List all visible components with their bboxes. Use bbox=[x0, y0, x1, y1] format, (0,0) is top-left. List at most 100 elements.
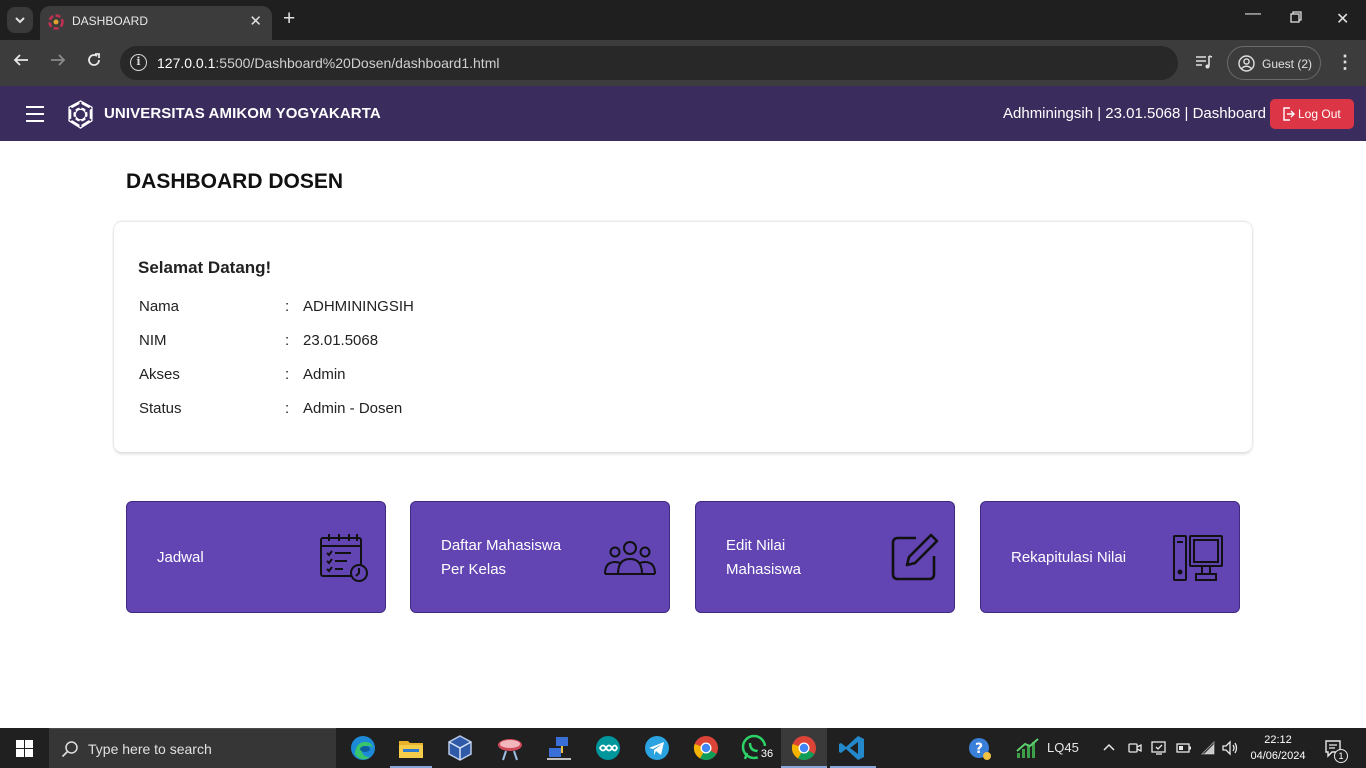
profile-label-status: Status bbox=[139, 400, 182, 417]
people-group-icon bbox=[604, 541, 656, 575]
search-icon bbox=[61, 741, 78, 758]
pencil-square-icon bbox=[891, 533, 939, 581]
clock-time: 22:12 bbox=[1264, 734, 1292, 746]
calendar-schedule-icon bbox=[320, 534, 368, 582]
cisco-packet-tracer-icon[interactable] bbox=[496, 734, 524, 762]
menu-card-jadwal[interactable]: Jadwal bbox=[126, 501, 386, 613]
site-info-icon[interactable]: i bbox=[130, 54, 147, 71]
restore-icon bbox=[1290, 11, 1302, 23]
browser-toolbar: i 127.0.0.1:5500/Dashboard%20Dosen/dashb… bbox=[0, 40, 1366, 86]
back-button[interactable] bbox=[13, 52, 29, 73]
profile-separator: : bbox=[285, 332, 290, 349]
virtualbox-icon[interactable] bbox=[446, 734, 474, 762]
brand-title[interactable]: UNIVERSITAS AMIKOM YOGYAKARTA bbox=[104, 105, 381, 122]
arrow-left-icon bbox=[13, 54, 28, 66]
profile-separator: : bbox=[285, 366, 290, 383]
help-icon[interactable]: ? bbox=[968, 737, 992, 761]
logout-icon bbox=[1283, 107, 1295, 121]
minimize-window-button[interactable]: — bbox=[1245, 5, 1261, 23]
notification-count-badge: 1 bbox=[1334, 749, 1348, 763]
menu-card-label-line2: Per Kelas bbox=[441, 561, 507, 578]
user-circle-icon bbox=[1238, 55, 1255, 72]
vscode-icon[interactable] bbox=[838, 734, 866, 762]
stock-label: LQ45 bbox=[1047, 740, 1079, 755]
wifi-icon[interactable] bbox=[1200, 740, 1216, 756]
profile-label: Guest (2) bbox=[1262, 57, 1313, 71]
reload-icon bbox=[88, 53, 100, 66]
amikom-favicon-icon bbox=[48, 14, 64, 30]
chrome-icon[interactable] bbox=[692, 734, 720, 762]
volume-icon[interactable] bbox=[1221, 740, 1239, 756]
new-tab-button[interactable]: + bbox=[283, 7, 295, 31]
profile-label-nama: Nama bbox=[139, 298, 180, 315]
playlist-music-icon bbox=[1196, 55, 1213, 69]
meet-now-icon[interactable] bbox=[1128, 741, 1142, 755]
hamburger-menu-icon[interactable] bbox=[26, 106, 44, 122]
taskbar-search-placeholder: Type here to search bbox=[88, 741, 212, 757]
menu-card-label-line1: Rekapitulasi Nilai bbox=[1011, 549, 1127, 566]
taskbar-clock[interactable]: 22:12 04/06/2024 bbox=[1244, 732, 1312, 764]
menu-card-label-line1: Edit Nilai bbox=[726, 537, 786, 554]
taskbar-search-box[interactable]: Type here to search bbox=[49, 728, 336, 768]
profile-button[interactable]: Guest (2) bbox=[1227, 46, 1321, 80]
windows-start-button[interactable] bbox=[16, 740, 33, 757]
address-bar[interactable]: i 127.0.0.1:5500/Dashboard%20Dosen/dashb… bbox=[120, 46, 1178, 80]
chevron-down-icon bbox=[15, 16, 25, 23]
profile-value-nim: 23.01.5068 bbox=[303, 332, 379, 349]
desktop-computer-icon bbox=[1173, 535, 1223, 581]
profile-card: Selamat Datang! Nama : ADHMININGSIH NIM … bbox=[114, 222, 1252, 452]
close-window-button[interactable]: ✕ bbox=[1336, 9, 1349, 29]
welcome-heading: Selamat Datang! bbox=[138, 258, 272, 277]
menu-card-rekapitulasi-nilai[interactable]: Rekapitulasi Nilai bbox=[980, 501, 1240, 613]
menu-card-daftar-mahasiswa[interactable]: Daftar Mahasiswa Per Kelas bbox=[410, 501, 670, 613]
profile-label-nim: NIM bbox=[139, 332, 167, 349]
menu-card-label-line1: Jadwal bbox=[157, 549, 204, 566]
browser-tab-active[interactable]: DASHBOARD ✕ bbox=[40, 6, 272, 40]
tab-close-icon[interactable]: ✕ bbox=[249, 12, 262, 30]
reload-button[interactable] bbox=[86, 52, 102, 73]
restore-window-button[interactable] bbox=[1290, 10, 1302, 26]
arduino-ide-icon[interactable] bbox=[594, 734, 622, 762]
menu-card-label-line1: Daftar Mahasiswa bbox=[441, 537, 562, 554]
whatsapp-badge: 36 bbox=[757, 746, 777, 762]
profile-value-akses: Admin bbox=[303, 366, 346, 383]
profile-separator: : bbox=[285, 298, 290, 315]
arrow-right-icon bbox=[51, 54, 66, 66]
chrome-active-icon[interactable] bbox=[790, 734, 818, 762]
logout-button[interactable]: Log Out bbox=[1270, 99, 1354, 129]
browser-tab-strip: DASHBOARD ✕ + — ✕ bbox=[0, 0, 1366, 40]
tab-title: DASHBOARD bbox=[72, 14, 149, 28]
menu-card-label: Daftar Mahasiswa Per Kelas bbox=[441, 534, 561, 582]
url-host: 127.0.0.1 bbox=[157, 55, 216, 71]
profile-value-nama: ADHMININGSIH bbox=[303, 298, 414, 315]
battery-icon[interactable] bbox=[1176, 742, 1192, 754]
stock-chart-icon[interactable] bbox=[1015, 737, 1041, 759]
url-path: :5500/Dashboard%20Dosen/dashboard1.html bbox=[215, 55, 500, 71]
app-navbar: UNIVERSITAS AMIKOM YOGYAKARTA Adhminings… bbox=[0, 86, 1366, 141]
menu-card-label: Jadwal bbox=[157, 546, 204, 570]
forward-button[interactable] bbox=[50, 52, 66, 73]
profile-value-status: Admin - Dosen bbox=[303, 400, 403, 417]
profile-label-akses: Akses bbox=[139, 366, 180, 383]
page-title: DASHBOARD DOSEN bbox=[126, 170, 344, 193]
edge-browser-icon[interactable] bbox=[349, 734, 377, 762]
amikom-logo-icon bbox=[68, 100, 93, 129]
menu-card-label: Rekapitulasi Nilai bbox=[1011, 546, 1126, 570]
clock-date: 04/06/2024 bbox=[1250, 750, 1306, 762]
user-info-text: Adhminingsih | 23.01.5068 | Dashboard bbox=[1003, 105, 1266, 122]
tab-search-button[interactable] bbox=[7, 7, 33, 33]
menu-card-edit-nilai[interactable]: Edit Nilai Mahasiswa bbox=[695, 501, 955, 613]
file-explorer-icon[interactable] bbox=[397, 734, 425, 762]
show-hidden-icons-chevron-icon[interactable] bbox=[1103, 738, 1115, 754]
network-tool-icon[interactable] bbox=[545, 734, 573, 762]
menu-card-label: Edit Nilai Mahasiswa bbox=[726, 534, 801, 582]
media-control-button[interactable] bbox=[1195, 54, 1213, 75]
url-text[interactable]: 127.0.0.1:5500/Dashboard%20Dosen/dashboa… bbox=[157, 55, 499, 71]
device-status-icon[interactable] bbox=[1151, 740, 1167, 756]
svg-text:?: ? bbox=[975, 741, 983, 757]
profile-separator: : bbox=[285, 400, 290, 417]
browser-menu-button[interactable]: ⋮ bbox=[1336, 52, 1354, 73]
telegram-icon[interactable] bbox=[643, 734, 671, 762]
logout-label: Log Out bbox=[1298, 107, 1341, 121]
windows-taskbar: Type here to search 36 ? LQ45 22:12 04/0… bbox=[0, 728, 1366, 768]
